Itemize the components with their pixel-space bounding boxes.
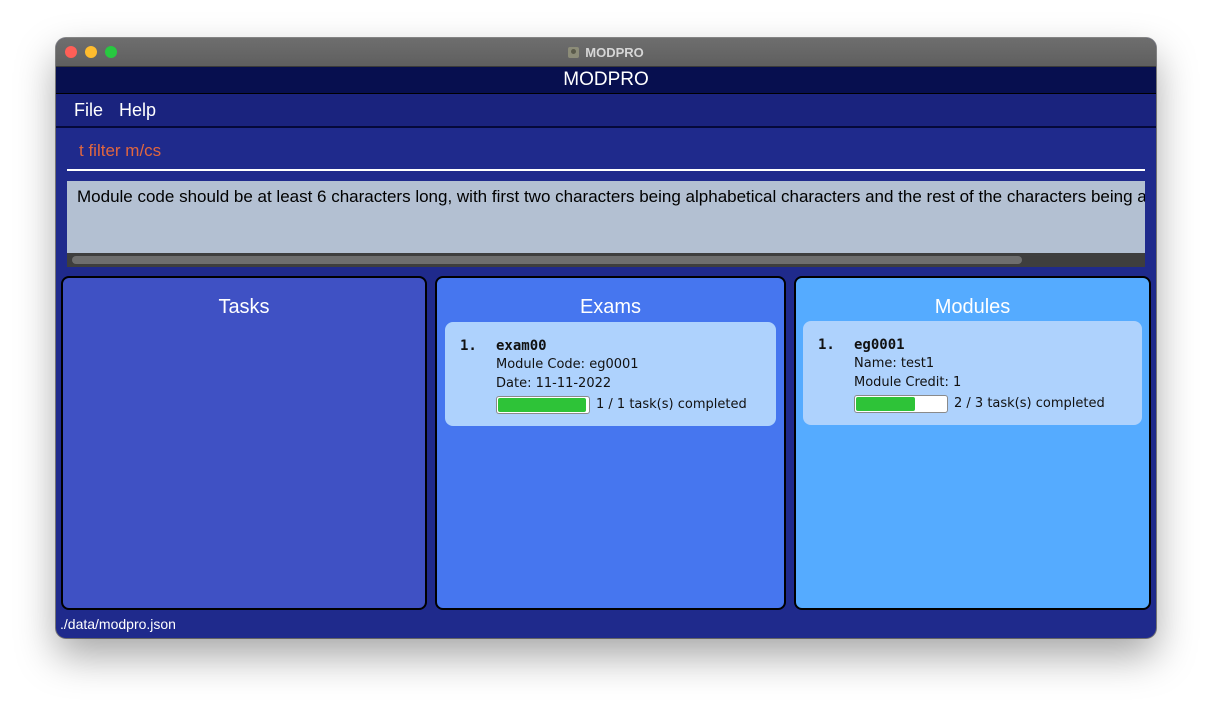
tasks-panel-title: Tasks	[218, 296, 270, 318]
menu-bar: File Help	[56, 94, 1156, 128]
title-bar[interactable]: MODPRO	[56, 38, 1156, 67]
window-title-group: MODPRO	[56, 38, 1156, 66]
app-icon	[568, 46, 580, 58]
window-title: MODPRO	[585, 44, 644, 60]
module-progress-fill	[856, 397, 915, 411]
header-title: MODPRO	[563, 69, 649, 90]
exam-card[interactable]: 1. exam00 Module Code: eg0001 Date: 11-1…	[445, 322, 776, 426]
modules-panel: Modules 1. eg0001 Name: test1 Module Cre…	[794, 276, 1151, 610]
modules-panel-title: Modules	[934, 296, 1011, 318]
horizontal-scrollbar[interactable]	[67, 253, 1145, 267]
module-name: Name: test1	[854, 356, 935, 371]
exam-module-code: Module Code: eg0001	[496, 357, 639, 372]
exam-name: exam00	[496, 338, 547, 354]
tasks-panel: Tasks	[61, 276, 427, 610]
module-progress-label: 2 / 3 task(s) completed	[954, 396, 1105, 411]
module-card[interactable]: 1. eg0001 Name: test1 Module Credit: 1 2…	[803, 321, 1142, 425]
exam-date: Date: 11-11-2022	[496, 376, 612, 391]
command-box	[67, 136, 1145, 171]
exam-index: 1.	[460, 338, 477, 354]
exam-progress-fill	[498, 398, 586, 412]
module-credit: Module Credit: 1	[854, 375, 962, 390]
result-text: Module code should be at least 6 charact…	[77, 187, 1145, 206]
result-display[interactable]: Module code should be at least 6 charact…	[67, 181, 1145, 267]
status-bar-path: ./data/modpro.json	[60, 616, 176, 632]
exam-progress-bar	[496, 396, 590, 414]
menu-help[interactable]: Help	[119, 100, 156, 121]
menu-file[interactable]: File	[74, 100, 103, 121]
command-input[interactable]	[67, 136, 1145, 166]
module-progress-bar	[854, 395, 948, 413]
app-header: MODPRO	[56, 67, 1156, 94]
exam-progress-label: 1 / 1 task(s) completed	[596, 397, 747, 412]
scrollbar-thumb[interactable]	[72, 256, 1022, 264]
exams-panel-title: Exams	[579, 296, 642, 318]
module-index: 1.	[818, 337, 835, 353]
exams-panel: Exams 1. exam00 Module Code: eg0001 Date…	[435, 276, 786, 610]
app-window: MODPRO MODPRO File Help Module code shou…	[56, 38, 1156, 638]
module-code: eg0001	[854, 337, 905, 353]
